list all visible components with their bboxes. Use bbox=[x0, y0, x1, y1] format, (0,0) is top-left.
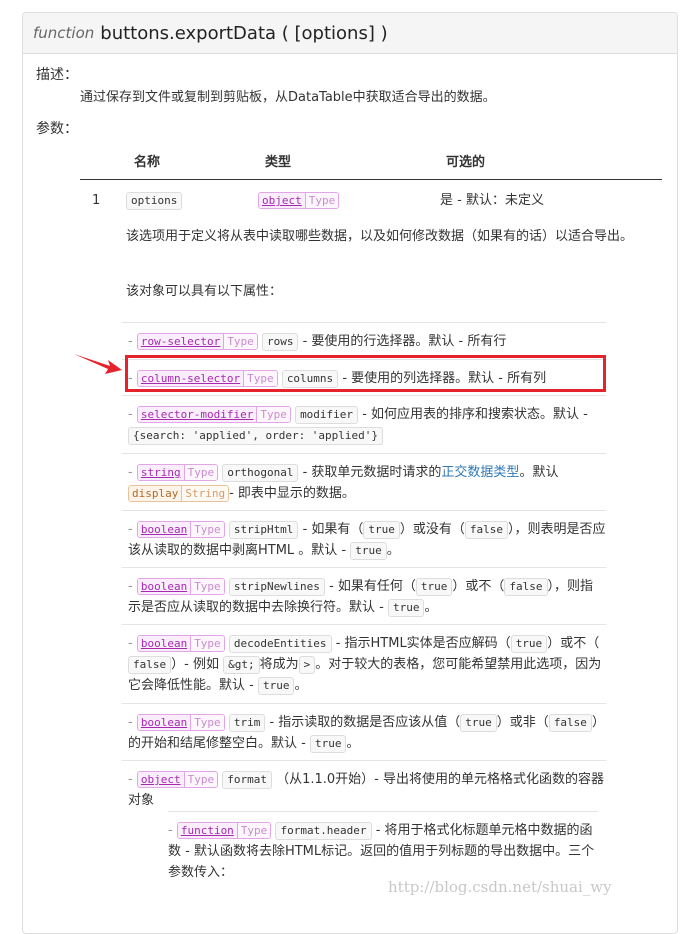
type-link[interactable]: boolean Type bbox=[136, 578, 225, 595]
col-header-optional: 可选的 bbox=[446, 155, 486, 170]
type-link[interactable]: string Type bbox=[136, 464, 219, 481]
orthogonal-data-link[interactable]: 正交数据类型 bbox=[441, 465, 519, 480]
type-link[interactable]: boolean Type bbox=[136, 714, 225, 731]
param-note-props: 该对象可以具有以下属性： bbox=[126, 284, 283, 299]
type-link[interactable]: boolean Type bbox=[136, 521, 225, 538]
param-type[interactable]: object Type bbox=[258, 190, 340, 211]
property-stripHtml: - boolean Type stripHtml - 如果有（ true ）或没有（ f… bbox=[122, 510, 606, 561]
table-header-divider bbox=[80, 179, 662, 180]
red-arrow-icon bbox=[74, 354, 122, 374]
type-link[interactable]: function Type bbox=[176, 822, 272, 839]
function-keyword: function bbox=[33, 24, 95, 42]
param-optional: 是 - 默认：未定义 bbox=[440, 193, 544, 208]
param-index: 1 bbox=[92, 193, 101, 208]
param-name: options bbox=[126, 190, 183, 211]
watermark: http://blog.csdn.net/shuai_wy bbox=[388, 878, 612, 896]
description-label: 描述： bbox=[36, 67, 78, 83]
property-orthogonal: - string Type orthogonal - 获取单元数据时请求的正交数据… bbox=[122, 453, 606, 504]
param-note: 该选项用于定义将从表中读取哪些数据，以及如何修改数据（如果有的话）以适合导出。 bbox=[126, 229, 634, 244]
type-link[interactable]: object Type bbox=[136, 771, 219, 788]
description-text: 通过保存到文件或复制到剪贴板，从DataTable中获取适合导出的数据。 bbox=[80, 90, 496, 105]
type-link[interactable]: row-selector Type bbox=[136, 333, 258, 350]
function-signature: buttons.exportData ( [options] ) bbox=[100, 22, 388, 44]
col-header-name: 名称 bbox=[134, 155, 161, 170]
type-link[interactable]: selector-modifier Type bbox=[136, 406, 291, 423]
property-stripNewlines: - boolean Type stripNewlines - 如果有任何（ true… bbox=[122, 567, 606, 618]
property-decodeEntities: - boolean Type decodeEntities - 指示HTML实体是… bbox=[122, 624, 606, 696]
property-rows: - row-selector Type rows - 要使用的行选择器。默认 - … bbox=[122, 322, 606, 352]
sub-property-format-header: - function Type format.header - 将用于格式化标题单… bbox=[168, 811, 598, 883]
panel-header: function buttons.exportData ( [options] … bbox=[23, 13, 677, 54]
type-link[interactable]: boolean Type bbox=[136, 635, 225, 652]
parameters-label: 参数： bbox=[36, 121, 78, 137]
property-trim: - boolean Type trim - 指示读取的数据是否应该从值（ true）… bbox=[122, 703, 606, 754]
property-modifier: - selector-modifier Type modifier - 如何应用表… bbox=[122, 395, 606, 446]
default-type[interactable]: display String bbox=[128, 485, 230, 502]
col-header-type: 类型 bbox=[265, 155, 292, 170]
property-format: - object Type format （从1.1.0开始）- 导出将使用的单元… bbox=[122, 760, 606, 811]
highlight-box bbox=[125, 355, 606, 392]
